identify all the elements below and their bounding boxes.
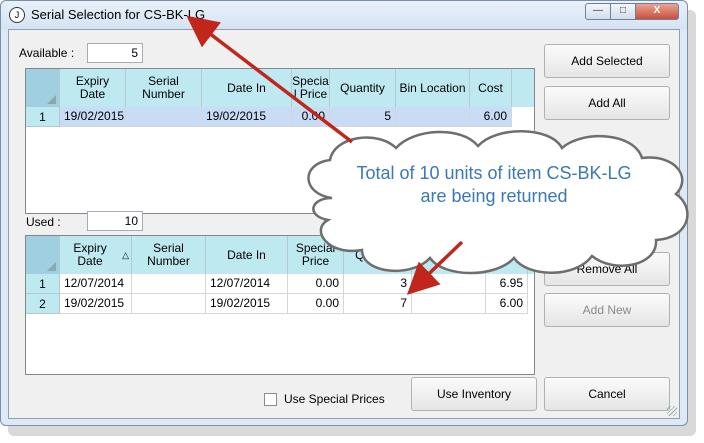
cell-expiry[interactable]: 19/02/2015 — [60, 294, 132, 314]
cell-cost[interactable]: 6.00 — [470, 107, 512, 127]
cell-quantity[interactable]: 7 — [344, 294, 412, 314]
resize-grip-icon[interactable] — [667, 406, 677, 416]
used-label: Used : — [26, 215, 61, 229]
column-header-label: Expiry Date — [73, 241, 107, 268]
title-bar[interactable]: J Serial Selection for CS-BK-LG — □ X — [1, 1, 687, 29]
use-inventory-button[interactable]: Use Inventory — [411, 377, 537, 411]
add-selected-button[interactable]: Add Selected — [544, 44, 670, 78]
column-header[interactable]: Expiry Date — [60, 69, 126, 107]
cell-price[interactable]: 0.00 — [288, 294, 344, 314]
cell-date-in[interactable]: 19/02/2015 — [206, 294, 288, 314]
select-all-corner[interactable] — [26, 69, 60, 107]
callout-line-1: Total of 10 units of item CS-BK-LG — [356, 163, 632, 183]
sort-ascending-icon: △ — [122, 249, 129, 260]
used-count-field[interactable]: 10 — [87, 211, 143, 231]
column-header[interactable]: Date In — [202, 69, 292, 107]
callout-text: Total of 10 units of item CS-BK-LG are b… — [292, 162, 696, 208]
window-title: Serial Selection for CS-BK-LG — [31, 7, 206, 22]
add-new-button[interactable]: Add New — [544, 293, 670, 327]
cell-quantity[interactable]: 5 — [330, 107, 396, 127]
available-grid-header: Expiry Date Serial Number Date In Specia… — [26, 69, 534, 107]
table-row[interactable]: 1 19/02/2015 19/02/2015 0.00 5 6.00 — [26, 107, 534, 127]
row-number[interactable]: 1 — [26, 274, 60, 294]
cell-serial[interactable] — [126, 107, 202, 127]
add-all-button[interactable]: Add All — [544, 86, 670, 120]
app-icon: J — [9, 7, 25, 23]
row-number[interactable]: 1 — [26, 107, 60, 127]
available-count-field[interactable]: 5 — [87, 43, 143, 63]
cancel-button[interactable]: Cancel — [544, 377, 670, 411]
select-all-corner[interactable] — [26, 236, 60, 274]
column-header[interactable]: Bin Location — [396, 69, 470, 107]
minimize-button[interactable]: — — [585, 3, 611, 20]
cell-expiry[interactable]: 19/02/2015 — [60, 107, 126, 127]
column-header[interactable]: Date In — [206, 236, 288, 274]
use-special-prices-label[interactable]: Use Special Prices — [284, 392, 385, 406]
column-header[interactable]: Serial Number — [126, 69, 202, 107]
cell-expiry[interactable]: 12/07/2014 — [60, 274, 132, 294]
close-button[interactable]: X — [635, 3, 679, 20]
column-header[interactable]: Cost — [470, 69, 512, 107]
cell-cost[interactable]: 6.00 — [486, 294, 528, 314]
cell-serial[interactable] — [132, 294, 206, 314]
cell-date-in[interactable]: 19/02/2015 — [202, 107, 292, 127]
cell-serial[interactable] — [132, 274, 206, 294]
table-row[interactable]: 2 19/02/2015 19/02/2015 0.00 7 6.00 — [26, 294, 534, 314]
cell-price[interactable]: 0.00 — [292, 107, 330, 127]
column-header[interactable]: Specia l Price — [292, 69, 330, 107]
column-header[interactable]: Quantity — [330, 69, 396, 107]
maximize-button[interactable]: □ — [610, 3, 636, 20]
cell-bin[interactable] — [412, 294, 486, 314]
column-header[interactable]: Serial Number — [132, 236, 206, 274]
callout-line-2: are being returned — [420, 186, 568, 206]
row-number[interactable]: 2 — [26, 294, 60, 314]
cell-date-in[interactable]: 12/07/2014 — [206, 274, 288, 294]
cell-bin[interactable] — [396, 107, 470, 127]
use-special-prices-checkbox[interactable] — [264, 393, 277, 406]
column-header-sorted[interactable]: Expiry Date △ — [60, 236, 132, 274]
available-label: Available : — [19, 46, 75, 60]
